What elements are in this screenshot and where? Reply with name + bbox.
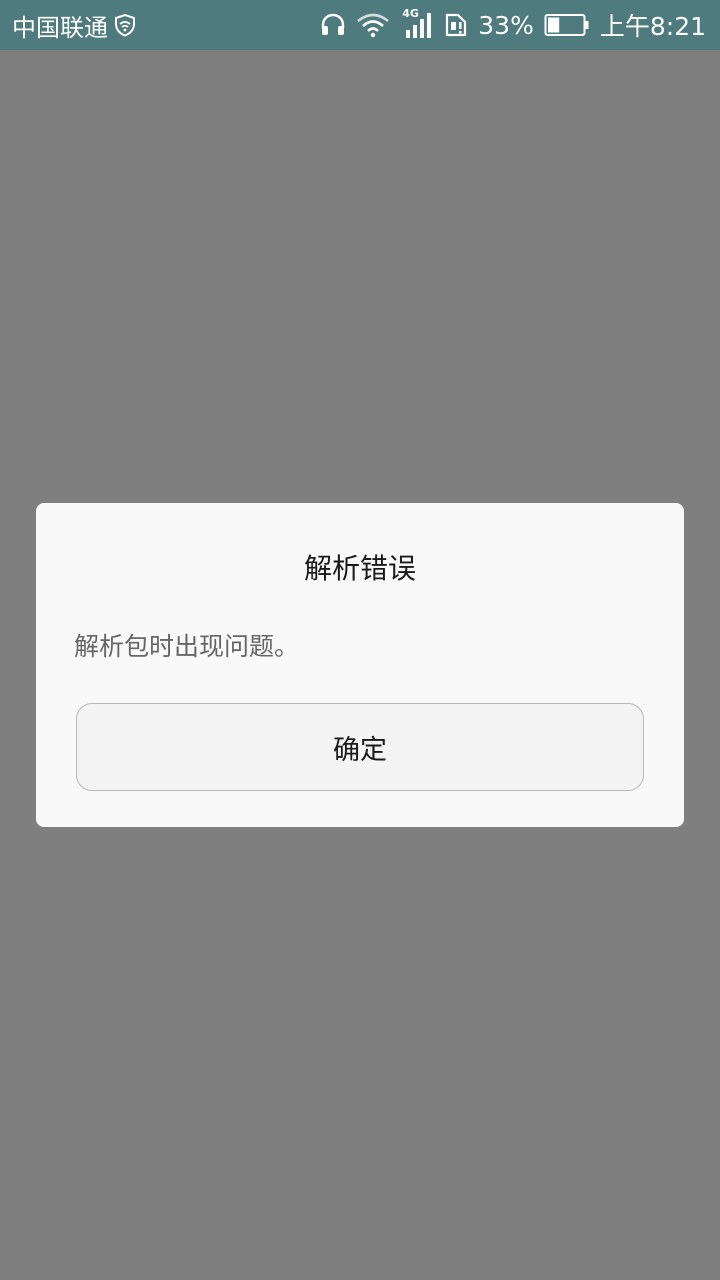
clock: 上午8:21 <box>599 12 706 41</box>
status-left: 中国联通 <box>12 0 136 50</box>
status-bar: 中国联通 4G 33% 上午8:21 <box>0 0 720 50</box>
parse-error-dialog: 解析错误 解析包时出现问题。 确定 <box>36 503 684 827</box>
battery-percent: 33% <box>478 10 534 40</box>
headphones-icon <box>320 12 346 38</box>
battery-icon <box>544 13 590 37</box>
dialog-message: 解析包时出现问题。 <box>74 632 300 661</box>
carrier-name: 中国联通 <box>12 13 108 42</box>
dialog-title: 解析错误 <box>303 552 416 585</box>
vpn-shield-icon <box>114 13 136 37</box>
status-right: 4G 33% 上午8:21 <box>320 0 706 50</box>
wifi-icon <box>356 12 390 38</box>
signal-icon: 4G <box>400 7 434 40</box>
ok-button[interactable]: 确定 <box>76 703 644 791</box>
sim-alert-icon <box>444 12 468 38</box>
